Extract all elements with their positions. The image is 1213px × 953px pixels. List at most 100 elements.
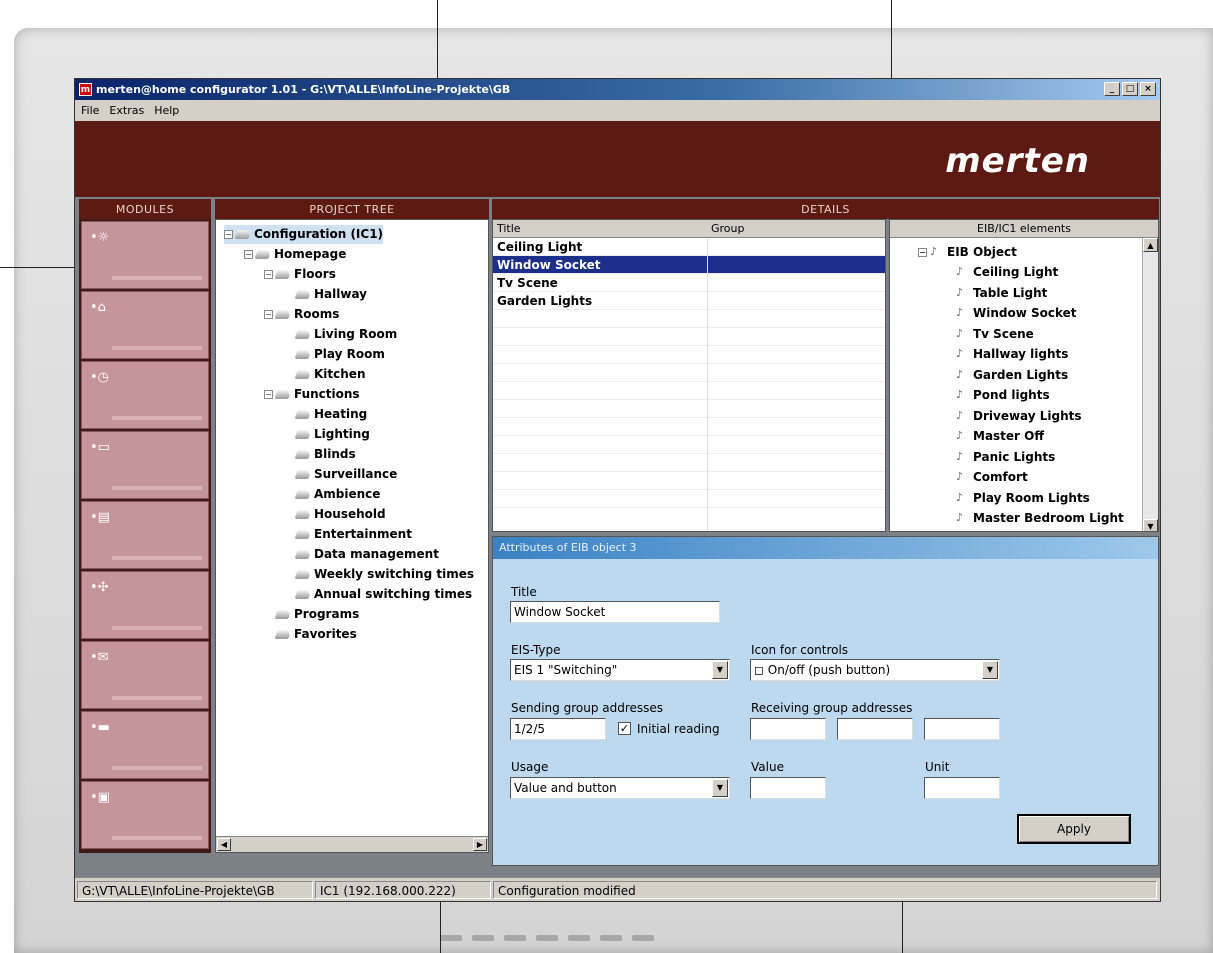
apply-button[interactable]: Apply xyxy=(1017,814,1131,844)
collapse-icon[interactable]: − xyxy=(224,230,233,239)
icon-controls-select[interactable]: ◻ On/off (push button) ▼ xyxy=(750,659,1000,681)
chevron-down-icon[interactable]: ▼ xyxy=(712,661,728,679)
attributes-header: Attributes of EIB object 3 xyxy=(493,537,1158,559)
eib-item[interactable]: ♪ Driveway Lights xyxy=(956,406,1082,426)
eib-item[interactable]: ♪ Tv Scene xyxy=(956,324,1034,344)
eib-item[interactable]: ♪ Play Room Lights xyxy=(956,488,1090,508)
collapse-icon[interactable]: − xyxy=(244,250,253,259)
tree-node[interactable]: Annual switching times xyxy=(284,585,472,604)
tree-node[interactable]: − Functions xyxy=(264,385,360,404)
collapse-icon[interactable]: − xyxy=(918,247,927,257)
folder-icon xyxy=(294,550,312,559)
folder-icon xyxy=(274,390,292,399)
tree-node[interactable]: Data management xyxy=(284,545,439,564)
chevron-down-icon[interactable]: ▼ xyxy=(982,661,998,679)
column-group[interactable]: Group xyxy=(707,220,745,237)
module-button[interactable]: •▬ xyxy=(81,711,209,779)
bulb-icon: •☼ xyxy=(90,230,110,245)
eis-type-select[interactable]: EIS 1 "Switching" ▼ xyxy=(510,659,730,681)
tree-node[interactable]: Kitchen xyxy=(284,365,366,384)
eib-item[interactable]: ♪ Window Socket xyxy=(956,303,1077,323)
menu-extras[interactable]: Extras xyxy=(109,104,144,117)
table-row[interactable]: Ceiling Light xyxy=(493,238,885,256)
tree-node[interactable]: − Rooms xyxy=(264,305,339,324)
menu-help[interactable]: Help xyxy=(154,104,179,117)
module-button[interactable]: •✉ xyxy=(81,641,209,709)
eib-item[interactable]: ♪ Table Light xyxy=(956,283,1047,303)
module-button[interactable]: •⌂ xyxy=(81,291,209,359)
value-input[interactable] xyxy=(750,777,826,799)
tree-node[interactable]: Lighting xyxy=(284,425,370,444)
tree-node[interactable]: Weekly switching times xyxy=(284,565,474,584)
eib-element-icon: ♪ xyxy=(956,511,964,524)
eib-item[interactable]: ♪ Garden Lights xyxy=(956,365,1068,385)
chevron-down-icon[interactable]: ▼ xyxy=(712,779,728,797)
folder-icon xyxy=(294,490,312,499)
tree-node[interactable]: Surveillance xyxy=(284,465,397,484)
eib-item[interactable]: ♪ Hallway lights xyxy=(956,344,1068,364)
module-button[interactable]: •☼ xyxy=(81,221,209,289)
tree-node[interactable]: Programs xyxy=(264,605,359,624)
tree-node[interactable]: − Homepage xyxy=(244,245,346,264)
module-button[interactable]: •◷ xyxy=(81,361,209,429)
title-label: Title xyxy=(511,585,537,599)
eib-element-icon: ♪ xyxy=(956,265,964,278)
usage-select[interactable]: Value and button ▼ xyxy=(510,777,730,799)
collapse-icon[interactable]: − xyxy=(264,390,273,399)
eib-item[interactable]: ♪ Master Off xyxy=(956,426,1044,446)
eib-item-label: Panic Lights xyxy=(973,449,1056,464)
module-caption xyxy=(112,696,202,700)
tree-node[interactable]: Household xyxy=(284,505,386,524)
eib-vertical-scrollbar[interactable]: ▲ ▼ xyxy=(1142,238,1158,531)
initial-reading-checkbox[interactable]: ✓ xyxy=(618,722,631,735)
tree-node[interactable]: Blinds xyxy=(284,445,356,464)
module-button[interactable]: •✣ xyxy=(81,571,209,639)
receiving-address-input-1[interactable] xyxy=(750,718,826,740)
eib-item[interactable]: ♪ Panic Lights xyxy=(956,447,1055,467)
scroll-up-button[interactable]: ▲ xyxy=(1143,238,1158,252)
tree-node-label: Household xyxy=(314,507,386,521)
title-input[interactable]: Window Socket xyxy=(510,601,720,623)
column-title[interactable]: Title xyxy=(493,220,707,237)
eib-root-node[interactable]: − ♪ EIB Object xyxy=(918,242,1017,262)
menu-file[interactable]: File xyxy=(81,104,99,117)
tree-node[interactable]: Heating xyxy=(284,405,367,424)
module-button[interactable]: •▤ xyxy=(81,501,209,569)
tree-node[interactable]: − Floors xyxy=(264,265,336,284)
eib-item[interactable]: ♪ Comfort xyxy=(956,467,1028,487)
scroll-left-button[interactable]: ◀ xyxy=(217,838,231,851)
eib-item[interactable]: ♪ Master Bedroom Light xyxy=(956,508,1124,528)
tree-horizontal-scrollbar[interactable]: ◀ ▶ xyxy=(216,836,488,852)
tree-node[interactable]: Entertainment xyxy=(284,525,412,544)
close-button[interactable]: × xyxy=(1140,82,1156,96)
tree-node[interactable]: Living Room xyxy=(284,325,397,344)
unit-label: Unit xyxy=(925,760,950,774)
eib-element-icon: ♪ xyxy=(956,306,964,319)
minimize-button[interactable]: _ xyxy=(1104,82,1120,96)
scroll-right-button[interactable]: ▶ xyxy=(473,838,487,851)
tree-node[interactable]: Play Room xyxy=(284,345,385,364)
collapse-icon[interactable]: − xyxy=(264,310,273,319)
maximize-button[interactable]: □ xyxy=(1122,82,1138,96)
receiving-address-input-3[interactable] xyxy=(924,718,1000,740)
module-button[interactable]: •▣ xyxy=(81,781,209,849)
eib-item[interactable]: ♪ Pond lights xyxy=(956,385,1050,405)
table-row[interactable]: Garden Lights xyxy=(493,292,885,310)
scroll-down-button[interactable]: ▼ xyxy=(1143,519,1158,531)
tree-node[interactable]: − Configuration (IC1) xyxy=(224,225,384,244)
sending-address-input[interactable]: 1/2/5 xyxy=(510,718,606,740)
table-row[interactable]: Tv Scene xyxy=(493,274,885,292)
tree-node[interactable]: Favorites xyxy=(264,625,357,644)
title-bar[interactable]: m merten@home configurator 1.01 - G:\VT\… xyxy=(75,79,1160,100)
collapse-icon[interactable]: − xyxy=(264,270,273,279)
module-button[interactable]: •▭ xyxy=(81,431,209,499)
project-tree: ◀ ▶ − Configuration (IC1) − Homepage − Floors… xyxy=(215,219,489,853)
column-divider xyxy=(707,238,708,531)
eib-item[interactable]: ♪ Ceiling Light xyxy=(956,262,1058,282)
folder-icon xyxy=(294,450,312,459)
tree-node[interactable]: Ambience xyxy=(284,485,380,504)
unit-input[interactable] xyxy=(924,777,1000,799)
receiving-address-input-2[interactable] xyxy=(837,718,913,740)
tree-node[interactable]: Hallway xyxy=(284,285,367,304)
table-row[interactable]: Window Socket xyxy=(493,256,885,274)
